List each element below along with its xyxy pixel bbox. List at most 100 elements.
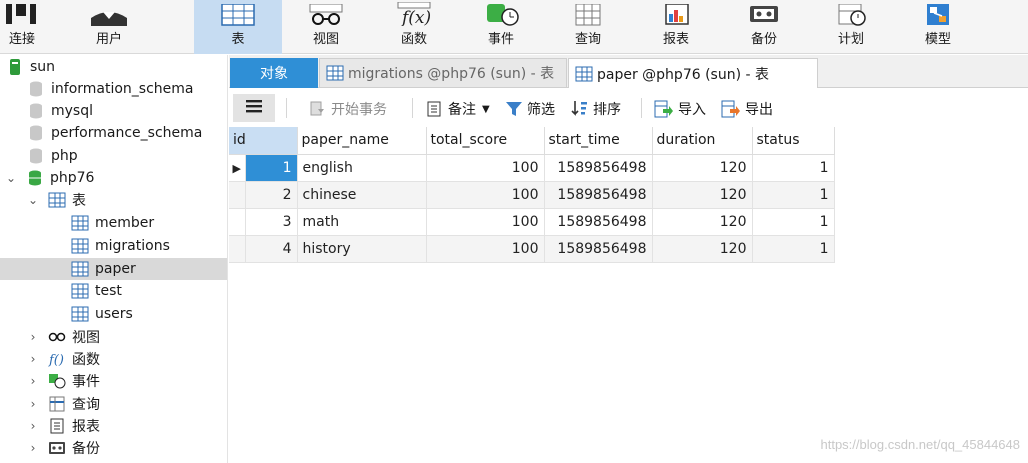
tab-paper[interactable]: paper @php76 (sun) - 表: [568, 58, 818, 88]
tree-folder-backups[interactable]: › 备份: [0, 437, 227, 459]
column-header-total-score[interactable]: total_score: [426, 127, 545, 155]
cell-total-score[interactable]: 100: [426, 154, 545, 182]
tree-db-mysql[interactable]: mysql: [0, 100, 227, 122]
query-toolbar-button[interactable]: 查询: [561, 0, 615, 54]
chevron-right-icon[interactable]: ›: [26, 419, 40, 433]
column-header-start-time[interactable]: start_time: [544, 127, 653, 155]
tree-folder-label: 备份: [72, 441, 100, 457]
connect-button[interactable]: 连接: [0, 0, 44, 54]
cell-total-score[interactable]: 100: [426, 235, 545, 263]
menu-button[interactable]: [233, 94, 275, 122]
cell-paper-name[interactable]: history: [297, 235, 427, 263]
tab-objects[interactable]: 对象: [230, 58, 318, 88]
schedule-toolbar-button[interactable]: 计划: [824, 0, 878, 54]
function-toolbar-button[interactable]: f(x) 函数: [387, 0, 441, 54]
tree-table-users[interactable]: users: [0, 303, 227, 325]
tree-folder-reports[interactable]: › 报表: [0, 415, 227, 437]
cell-id[interactable]: 2: [245, 181, 298, 209]
begin-transaction-label: 开始事务: [331, 102, 387, 118]
row-marker: [229, 235, 246, 263]
tree-folder-views[interactable]: › 视图: [0, 326, 227, 348]
cell-paper-name[interactable]: math: [297, 208, 427, 236]
cell-start-time[interactable]: 1589856498: [544, 235, 653, 263]
tree-db-information-schema[interactable]: information_schema: [0, 78, 227, 100]
memo-button[interactable]: 备注 ▼: [426, 99, 490, 119]
tree-table-test[interactable]: test: [0, 280, 227, 302]
tree-table-label: test: [95, 283, 122, 299]
table-icon: [71, 214, 89, 232]
begin-transaction-button[interactable]: 开始事务: [309, 99, 387, 119]
cell-id[interactable]: 3: [245, 208, 298, 236]
chevron-right-icon[interactable]: ›: [26, 441, 40, 455]
report-toolbar-button[interactable]: 报表: [649, 0, 703, 54]
tree-table-label: users: [95, 306, 133, 322]
user-button[interactable]: 用户: [84, 0, 134, 54]
table-row[interactable]: 3 math 100 1589856498 120 1: [229, 208, 835, 236]
column-header-id[interactable]: id: [229, 127, 298, 155]
column-header-status[interactable]: status: [752, 127, 835, 155]
cell-start-time[interactable]: 1589856498: [544, 208, 653, 236]
tree-table-member[interactable]: member: [0, 212, 227, 234]
view-icon: [48, 328, 66, 346]
cell-id[interactable]: 1: [245, 154, 298, 182]
export-button[interactable]: 导出: [721, 99, 773, 119]
chevron-right-icon[interactable]: ›: [26, 330, 40, 344]
view-toolbar-button[interactable]: 视图: [299, 0, 353, 54]
tree-folder-events[interactable]: › 事件: [0, 370, 227, 392]
cell-status[interactable]: 1: [752, 208, 835, 236]
table-icon: [575, 66, 593, 82]
column-header-label: duration: [656, 132, 716, 149]
tree-connection-sun[interactable]: sun: [0, 56, 227, 78]
cell-total-score[interactable]: 100: [426, 181, 545, 209]
tree-folder-functions[interactable]: › f() 函数: [0, 348, 227, 370]
cell-total-score[interactable]: 100: [426, 208, 545, 236]
chevron-right-icon[interactable]: ›: [26, 397, 40, 411]
database-icon: [27, 102, 45, 120]
model-toolbar-button[interactable]: 模型: [911, 0, 965, 54]
tab-migrations[interactable]: migrations @php76 (sun) - 表: [319, 58, 567, 88]
tree-db-performance-schema[interactable]: performance_schema: [0, 122, 227, 144]
sort-button[interactable]: 排序: [571, 99, 621, 119]
row-marker: [229, 208, 246, 236]
query-icon: [568, 0, 608, 26]
chevron-right-icon[interactable]: ›: [26, 352, 40, 366]
tree-db-php76[interactable]: ⌄ php76: [0, 167, 227, 189]
column-header-duration[interactable]: duration: [652, 127, 753, 155]
cell-start-time[interactable]: 1589856498: [544, 181, 653, 209]
cell-status[interactable]: 1: [752, 235, 835, 263]
table-row[interactable]: 4 history 100 1589856498 120 1: [229, 235, 835, 263]
filter-button[interactable]: 筛选: [505, 99, 555, 119]
cell-paper-name[interactable]: chinese: [297, 181, 427, 209]
chevron-down-icon[interactable]: ⌄: [26, 193, 40, 207]
table-icon: [71, 305, 89, 323]
tree-table-migrations[interactable]: migrations: [0, 235, 227, 257]
cell-start-time[interactable]: 1589856498: [544, 154, 653, 182]
cell-duration[interactable]: 120: [652, 154, 753, 182]
tree-folder-tables[interactable]: ⌄ 表: [0, 189, 227, 211]
cell-duration[interactable]: 120: [652, 181, 753, 209]
cell-paper-name[interactable]: english: [297, 154, 427, 182]
cell-duration[interactable]: 120: [652, 208, 753, 236]
chevron-right-icon[interactable]: ›: [26, 374, 40, 388]
cell-id[interactable]: 4: [245, 235, 298, 263]
hamburger-icon: [246, 99, 262, 117]
data-grid: id paper_name total_score start_time dur…: [229, 127, 835, 263]
cell-duration[interactable]: 120: [652, 235, 753, 263]
tree-folder-queries[interactable]: › 查询: [0, 393, 227, 415]
cell-status[interactable]: 1: [752, 154, 835, 182]
tree-db-php[interactable]: php: [0, 145, 227, 167]
cell-status[interactable]: 1: [752, 181, 835, 209]
watermark: https://blog.csdn.net/qq_45844648: [820, 437, 1021, 452]
backup-toolbar-button[interactable]: 备份: [737, 0, 791, 54]
tree-db-label: information_schema: [51, 81, 194, 97]
import-button[interactable]: 导入: [654, 99, 706, 119]
tree-table-paper[interactable]: paper: [0, 258, 227, 280]
tab-bar: 对象 migrations @php76 (sun) - 表 paper @ph…: [229, 55, 1028, 88]
column-header-paper-name[interactable]: paper_name: [297, 127, 427, 155]
column-header-label: id: [233, 132, 246, 149]
table-row[interactable]: ▶ 1 english 100 1589856498 120 1: [229, 154, 835, 182]
table-row[interactable]: 2 chinese 100 1589856498 120 1: [229, 181, 835, 209]
table-toolbar-button[interactable]: 表: [194, 0, 282, 54]
event-toolbar-button[interactable]: 事件: [474, 0, 528, 54]
chevron-down-icon[interactable]: ⌄: [4, 171, 18, 185]
